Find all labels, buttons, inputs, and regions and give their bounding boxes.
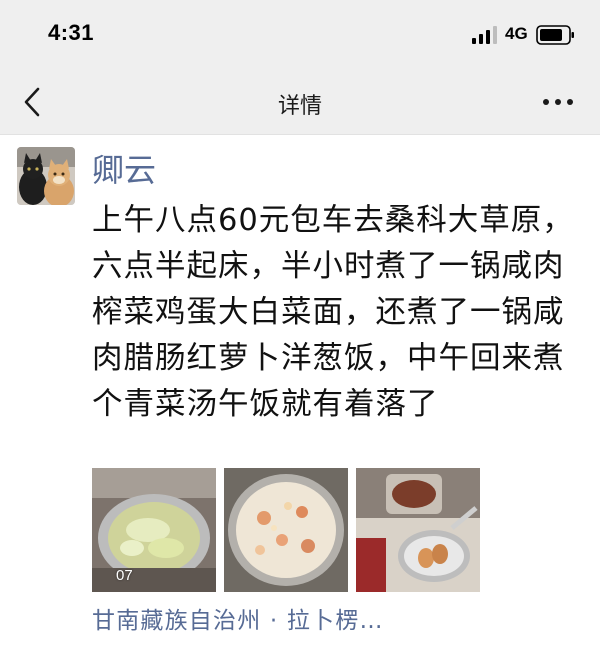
location-link[interactable]: 甘南藏族自治州 · 拉卜楞… [92, 601, 384, 635]
post-text: 上午八点60元包车去桑科大草原，六点半起床，半小时煮了一锅咸肉榨菜鸡蛋大白菜面，… [92, 203, 574, 422]
photo-grid: 07 [92, 468, 492, 592]
status-time: 4:31 [48, 20, 95, 45]
network-type-label: 4G [505, 24, 528, 43]
status-bar: 4:31 4G [0, 0, 600, 70]
moments-detail-screen: 4:31 4G 详情 卿云 上午八点60元包车去桑科大草原，六点半起床，半小时煮… [0, 0, 600, 652]
signal-bars-icon [472, 26, 497, 44]
navigation-bar: 详情 [0, 70, 600, 135]
author-name[interactable]: 卿云 [92, 148, 156, 192]
page-title: 详情 [277, 94, 322, 119]
photo-caption: 07 [116, 567, 133, 584]
photo-thumbnail-noodle-pot[interactable]: 07 [92, 468, 216, 592]
more-options-button[interactable] [540, 92, 576, 112]
author-avatar[interactable] [17, 147, 75, 205]
battery-icon [536, 25, 574, 45]
rice-cooker-image [224, 468, 348, 592]
cats-avatar-image [17, 147, 75, 205]
photo-thumbnail-rice-cooker[interactable] [224, 468, 348, 592]
eggs-in-pot-image [356, 468, 480, 592]
noodle-pot-image [92, 468, 216, 592]
post-timestamp-row-cut-off [92, 636, 592, 652]
photo-thumbnail-eggs-pot[interactable] [356, 468, 480, 592]
